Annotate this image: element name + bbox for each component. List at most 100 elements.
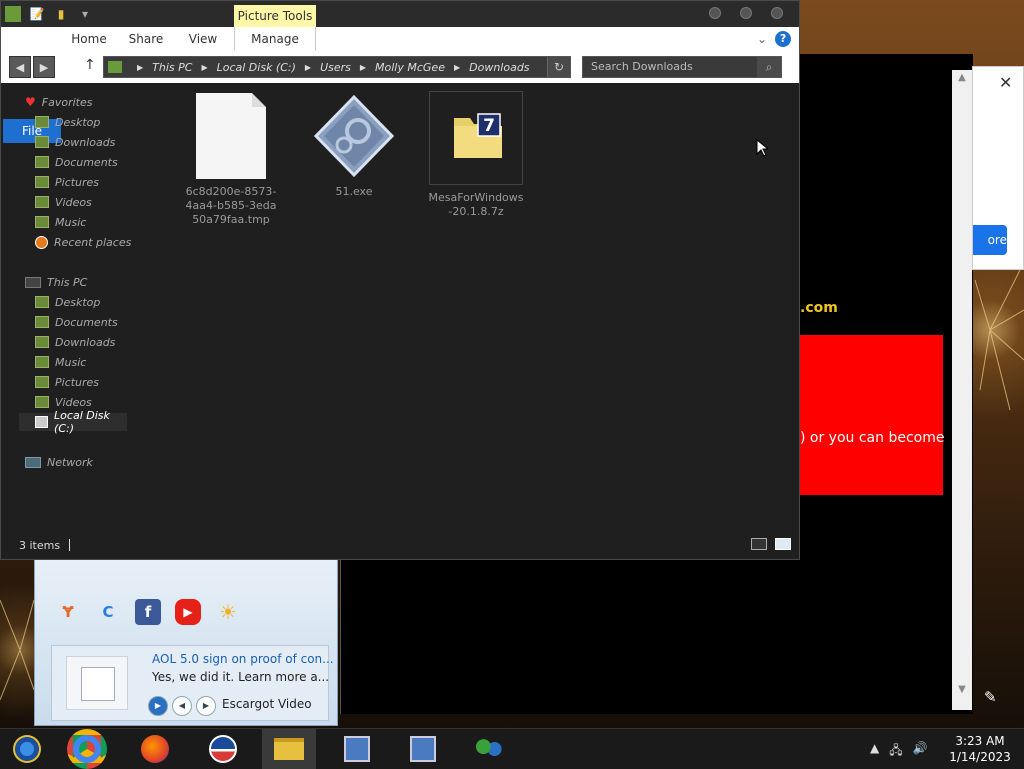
facebook-icon[interactable]: f xyxy=(135,599,161,625)
nav-network[interactable]: Network xyxy=(25,453,93,471)
sidebar-item-videos[interactable]: Videos xyxy=(35,193,92,211)
maximize-button[interactable] xyxy=(740,7,752,19)
taskbar-chrome[interactable] xyxy=(60,729,114,769)
sidebar-item-recent-places[interactable]: Recent places xyxy=(35,233,131,251)
breadcrumb-users[interactable]: Users xyxy=(320,61,351,74)
status-bar: 3 items xyxy=(1,531,799,559)
media-label: Escargot Video xyxy=(222,697,312,711)
search-input[interactable]: Search Downloads xyxy=(591,60,693,73)
refresh-icon[interactable]: ↻ xyxy=(547,57,570,77)
breadcrumb-local-disk[interactable]: Local Disk (C:) xyxy=(217,61,296,74)
sidebar-item-downloads[interactable]: Downloads xyxy=(35,133,115,151)
network-icon[interactable]: 🖧 xyxy=(889,741,902,762)
breadcrumb-separator-icon: ▶ xyxy=(304,62,312,72)
sun-icon[interactable]: ☀ xyxy=(215,599,241,625)
taskbar-firefox[interactable] xyxy=(128,729,182,769)
network-icon xyxy=(25,456,41,468)
folder-icon xyxy=(35,396,49,408)
folder-icon xyxy=(35,376,49,388)
new-folder-icon[interactable]: ▮ xyxy=(53,6,69,22)
forward-button[interactable]: ▶ xyxy=(33,56,55,78)
file-name: 51.exe xyxy=(335,185,373,198)
details-view-icon[interactable] xyxy=(751,538,767,550)
nav-this-pc[interactable]: This PC xyxy=(25,273,87,291)
sidebar-item-pc-music[interactable]: Music xyxy=(35,353,86,371)
item-count: 3 items xyxy=(19,539,61,552)
scroll-up-icon[interactable]: ▲ xyxy=(952,70,972,86)
ribbon-expand-icon[interactable]: ⌄ xyxy=(757,31,767,47)
taskbar-installer-2[interactable] xyxy=(396,729,450,769)
domain-text: .com xyxy=(800,300,838,316)
breadcrumb-separator-icon: ▶ xyxy=(201,62,208,72)
sidebar-item-pictures[interactable]: Pictures xyxy=(35,173,99,191)
back-button[interactable]: ◀ xyxy=(9,56,31,78)
tab-view[interactable]: View xyxy=(183,27,223,51)
quick-access-toolbar: 📝 ▮ ▾ xyxy=(5,6,93,22)
sidebar-item-music[interactable]: Music xyxy=(35,213,86,231)
tab-home[interactable]: Home xyxy=(67,27,111,51)
address-bar[interactable]: ▶ This PC ▶ Local Disk (C:) ▶ Users ▶ Mo… xyxy=(103,56,571,78)
tab-manage[interactable]: Manage xyxy=(234,27,316,51)
system-clock[interactable]: 3:23 AM 1/14/2023 xyxy=(940,733,1020,765)
minimize-button[interactable] xyxy=(709,7,721,19)
sidebar-item-pc-desktop[interactable]: Desktop xyxy=(35,293,100,311)
pencil-icon[interactable]: ✎ xyxy=(984,688,997,706)
taskbar-messenger[interactable] xyxy=(462,729,516,769)
sidebar-item-desktop[interactable]: Desktop xyxy=(35,113,100,131)
next-icon[interactable]: ▶ xyxy=(196,696,216,716)
sidebar-item-pc-pictures[interactable]: Pictures xyxy=(35,373,99,391)
close-icon[interactable]: ✕ xyxy=(999,73,1012,92)
previous-icon[interactable]: ◀ xyxy=(172,696,192,716)
folder-icon xyxy=(35,296,49,308)
folder-icon xyxy=(35,156,49,168)
ribbon-controls: ⌄ ? xyxy=(757,31,792,47)
nav-favorites[interactable]: ♥ Favorites xyxy=(25,93,92,111)
search-icon[interactable]: ⌕ xyxy=(757,57,781,77)
sidebar-item-documents[interactable]: Documents xyxy=(35,153,118,171)
properties-icon[interactable]: 📝 xyxy=(29,6,45,22)
help-icon[interactable]: ? xyxy=(775,31,792,47)
sidebar-item-pc-documents[interactable]: Documents xyxy=(35,313,118,331)
scroll-down-icon[interactable]: ▼ xyxy=(952,682,972,698)
tab-share[interactable]: Share xyxy=(123,27,169,51)
taskbar-file-explorer[interactable] xyxy=(262,729,316,769)
chevron-up-icon[interactable]: ▲ xyxy=(870,741,879,762)
campaign-logo-icon xyxy=(209,735,237,763)
volume-icon[interactable]: 🔊 xyxy=(913,741,928,762)
clock-icon xyxy=(35,235,48,249)
taskbar-installer-1[interactable] xyxy=(330,729,384,769)
folder-icon xyxy=(274,738,304,760)
c-logo-icon[interactable]: C xyxy=(95,599,121,625)
close-button[interactable] xyxy=(771,7,783,19)
media-controls: ▶ ◀ ▶ xyxy=(148,696,216,716)
file-item-7z[interactable]: 7 MesaForWindows-20.1.8.7z xyxy=(428,91,524,219)
taskbar-obama-app[interactable] xyxy=(196,729,250,769)
news-title[interactable]: AOL 5.0 sign on proof of con... xyxy=(152,652,334,666)
banner-text: ) or you can become xyxy=(800,430,945,446)
up-arrow-icon[interactable]: ↑ xyxy=(84,57,96,73)
folder-icon xyxy=(35,176,49,188)
system-tray: ▲ 🖧 🔊 xyxy=(870,741,928,762)
breadcrumb-separator-icon: ▶ xyxy=(453,62,461,72)
breadcrumb-this-pc[interactable]: This PC xyxy=(152,61,192,74)
large-icons-view-icon[interactable] xyxy=(775,538,791,550)
sidebar-item-pc-downloads[interactable]: Downloads xyxy=(35,333,115,351)
file-item-exe[interactable]: 51.exe xyxy=(306,93,402,199)
butterfly-icon[interactable]: Ɏ xyxy=(55,599,81,625)
customize-dropdown-icon[interactable]: ▾ xyxy=(77,6,93,22)
breadcrumb-user-folder[interactable]: Molly McGee xyxy=(375,61,445,74)
drive-icon xyxy=(35,416,49,428)
svg-text:7: 7 xyxy=(483,116,495,136)
learn-more-button[interactable]: ore xyxy=(973,225,1007,255)
breadcrumb-downloads[interactable]: Downloads xyxy=(469,61,529,74)
explorer-titlebar: 📝 ▮ ▾ Picture Tools xyxy=(1,1,799,27)
search-box[interactable]: Search Downloads ⌕ xyxy=(582,56,782,78)
file-item-tmp[interactable]: 6c8d200e-8573-4aa4-b585-3eda50a79faa.tmp xyxy=(183,93,279,227)
sidebar-item-local-disk[interactable]: Local Disk (C:) xyxy=(19,409,127,435)
play-icon[interactable]: ▶ xyxy=(148,696,168,716)
browser-scrollbar[interactable]: ▲ ▼ xyxy=(952,70,972,710)
start-button[interactable] xyxy=(0,729,54,769)
folder-icon xyxy=(35,336,49,348)
folder-icon xyxy=(35,116,49,128)
youtube-icon[interactable]: ▶ xyxy=(175,599,201,625)
